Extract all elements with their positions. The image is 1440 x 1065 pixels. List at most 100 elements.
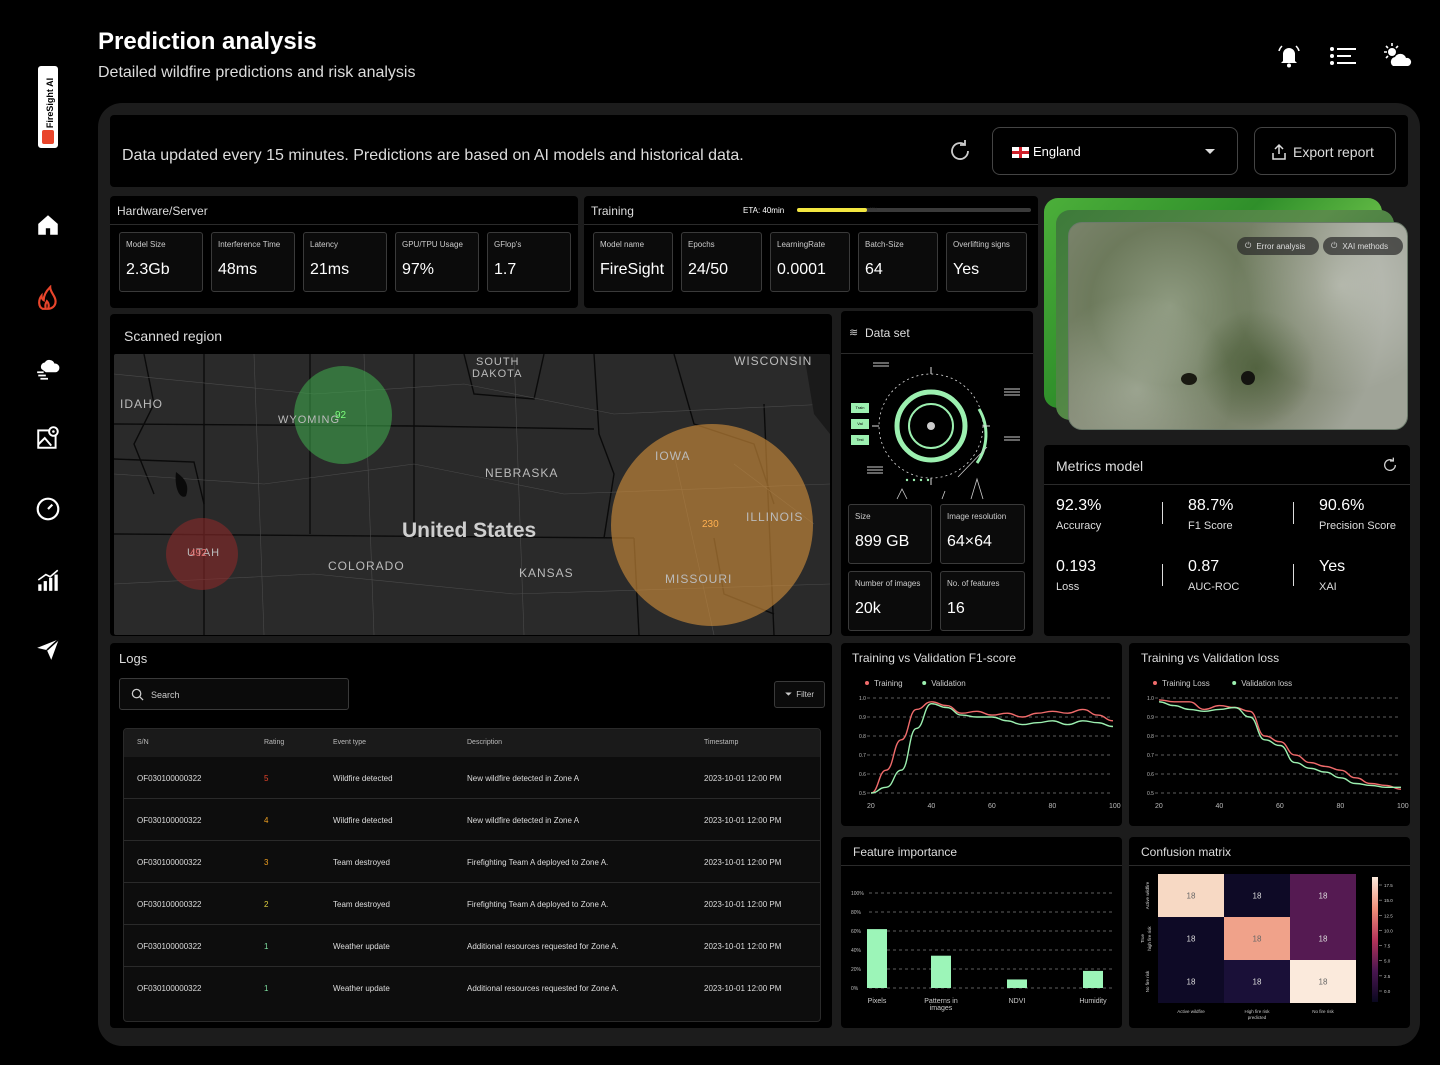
- database-icon: ≋: [849, 327, 859, 339]
- legend-label: Training Loss: [1162, 679, 1210, 688]
- log-cell-desc: Additional resources requested for Zone …: [467, 984, 619, 993]
- bell-icon[interactable]: [1274, 42, 1304, 70]
- y-tick-label: 60%: [851, 929, 862, 935]
- search-icon: [131, 688, 144, 701]
- log-cell-event: Weather update: [333, 942, 390, 951]
- chevron-down-icon: [1205, 149, 1215, 154]
- map-country-label: United States: [402, 519, 537, 542]
- colorbar-tick-label: 10.0: [1384, 928, 1393, 933]
- region-select[interactable]: England: [992, 127, 1238, 175]
- satellite-image[interactable]: ⏻ Error analysis ⏻ XAI methods: [1068, 222, 1408, 430]
- y-tick-label: 0.7: [859, 753, 866, 759]
- logs-search-input[interactable]: Search: [119, 678, 349, 710]
- log-cell-ts: 2023-10-01 12:00 PM: [704, 774, 782, 783]
- refresh-icon[interactable]: [948, 139, 972, 163]
- map-view[interactable]: IDAHO WYOMING SOUTH DAKOTA WISCONSIN NEB…: [114, 354, 830, 635]
- app-logo[interactable]: FireSight AI: [38, 66, 58, 148]
- colorbar-tick-label: 15.0: [1384, 898, 1393, 903]
- col-label: High fire risk: [1244, 1009, 1270, 1014]
- legend-marker: [865, 681, 869, 685]
- bar-chart-icon[interactable]: [34, 566, 62, 594]
- logs-filter-button[interactable]: ⏷ Filter: [774, 681, 825, 708]
- row-label: No fire risk: [1145, 970, 1150, 992]
- error-analysis-button[interactable]: ⏻ Error analysis: [1237, 237, 1319, 255]
- table-row[interactable]: OF030100000322 1 Weather update Additional …: [124, 925, 820, 967]
- x-tick-label: 80: [1049, 803, 1057, 810]
- confusion-matrix-title: Confusion matrix: [1141, 845, 1232, 859]
- dataset-title: Data set: [865, 326, 910, 340]
- loss-chart-title: Training vs Validation loss: [1141, 651, 1280, 665]
- table-row[interactable]: OF030100000322 1 Weather update Additional …: [124, 967, 820, 1009]
- x-tick-label: 80: [1337, 803, 1345, 810]
- training-tile: Overlifting signs Yes: [946, 232, 1027, 292]
- log-cell-desc: New wildfire detected in Zone A: [467, 774, 580, 783]
- y-tick-label: 0.5: [1147, 791, 1154, 797]
- dataset-legend-val: Val: [851, 419, 869, 429]
- page-subtitle: Detailed wildfire predictions and risk a…: [98, 64, 416, 81]
- x-tick-label: 20: [867, 803, 875, 810]
- metrics-title: Metrics model: [1056, 458, 1144, 474]
- colorbar-tick-label: 0.0: [1384, 989, 1391, 994]
- log-cell-sn: OF030100000322: [137, 858, 202, 867]
- marker-value: 230: [702, 519, 719, 530]
- f1-line-chart: Training Validation 1.0 0.9 0.8 0.7 0.6 0.520 40…: [859, 679, 1121, 810]
- log-cell-rating: 2: [264, 900, 269, 909]
- weather-icon[interactable]: [1381, 42, 1412, 70]
- x-axis-label: predicted: [1248, 1015, 1267, 1020]
- map-pin-icon[interactable]: [34, 424, 62, 452]
- heatmap-value: 18: [1319, 978, 1328, 987]
- legend-label: Validation loss: [1241, 679, 1292, 688]
- series-line: [870, 702, 1114, 794]
- region-select-value: England: [1033, 144, 1081, 159]
- table-row[interactable]: OF030100000322 3 Team destroyed Firefightin…: [124, 841, 820, 883]
- series-line: [870, 701, 1114, 794]
- logs-table: S/N Rating Event type Description Timest…: [123, 728, 821, 1022]
- y-axis-label: True: [1140, 933, 1145, 943]
- heatmap-value: 18: [1187, 978, 1196, 987]
- table-row[interactable]: OF030100000322 4 Wildfire detected New wild…: [124, 799, 820, 841]
- heatmap-value: 18: [1253, 935, 1262, 944]
- f1-chart-card: Training vs Validation F1-score Training…: [841, 643, 1122, 826]
- power-icon: ⏻: [1331, 241, 1338, 250]
- series-line: [1158, 699, 1402, 790]
- export-report-button[interactable]: Export report: [1254, 127, 1396, 175]
- scanned-region-card: Scanned region IDAHO WYOMING SOUTH DAKOT…: [110, 314, 832, 636]
- training-title: Training: [591, 204, 634, 218]
- list-icon[interactable]: [1328, 42, 1358, 70]
- log-cell-event: Team destroyed: [333, 900, 390, 909]
- clock-icon[interactable]: [34, 495, 62, 523]
- y-tick-label: 100%: [851, 891, 864, 897]
- hardware-tile: Model Size 2.3Gb: [119, 232, 203, 292]
- heatmap-value: 18: [1253, 978, 1262, 987]
- bar: [1083, 970, 1103, 988]
- dataset-tile: Size 899 GB: [848, 504, 932, 564]
- table-row[interactable]: OF030100000322 2 Team destroyed Firefightin…: [124, 883, 820, 925]
- log-cell-event: Team destroyed: [333, 858, 390, 867]
- metrics-card: Metrics model 92.3% Accuracy 88.7% F1 Scor…: [1044, 445, 1410, 636]
- send-icon[interactable]: [34, 635, 62, 663]
- marker-value: 492: [190, 548, 207, 559]
- heatmap-value: 18: [1187, 892, 1196, 901]
- sidebar: FireSight AI: [0, 0, 96, 1065]
- y-tick-label: 20%: [851, 967, 862, 973]
- f1-chart-title: Training vs Validation F1-score: [852, 651, 1017, 665]
- y-tick-label: 40%: [851, 948, 862, 954]
- dataset-visual: [867, 362, 1020, 500]
- colorbar-tick-label: 17.5: [1384, 883, 1393, 888]
- map-title: Scanned region: [124, 328, 223, 344]
- log-cell-sn: OF030100000322: [137, 900, 202, 909]
- hardware-card: Hardware/Server Model Size 2.3Gb Interfer…: [110, 196, 578, 308]
- y-tick-label: 0%: [851, 986, 859, 992]
- home-icon[interactable]: [34, 211, 62, 239]
- xai-methods-button[interactable]: ⏻ XAI methods: [1323, 237, 1403, 255]
- dataset-tile: Image resolution 64×64: [940, 504, 1025, 564]
- colorbar-tick-label: 2.5: [1384, 974, 1391, 979]
- log-cell-sn: OF030100000322: [137, 816, 202, 825]
- page-title: Prediction analysis: [98, 28, 317, 55]
- cloud-wind-icon[interactable]: [34, 355, 62, 383]
- fire-icon[interactable]: [34, 284, 62, 312]
- table-row[interactable]: OF030100000322 5 Wildfire detected New wild…: [124, 757, 820, 799]
- legend-label: Training: [874, 679, 903, 688]
- metrics-refresh-icon[interactable]: [1382, 457, 1398, 473]
- y-tick-label: 0.6: [859, 772, 866, 778]
